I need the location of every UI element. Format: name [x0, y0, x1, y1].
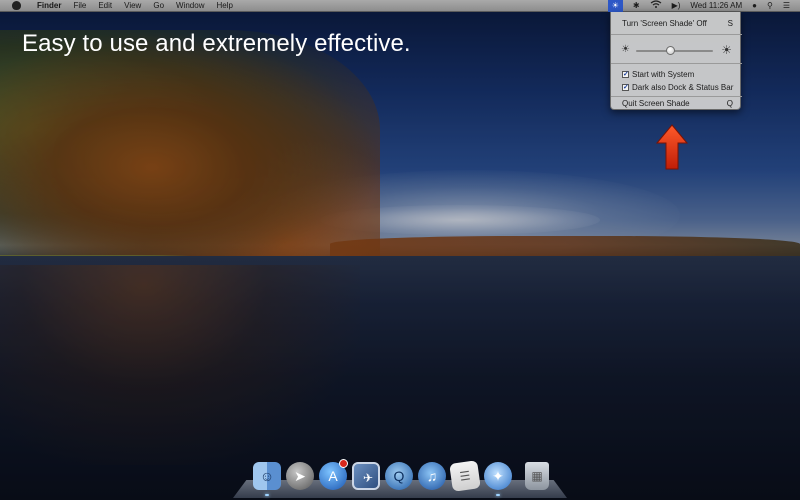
trash-glyph: ▦ [531, 469, 543, 483]
safari-icon[interactable]: ✦ [484, 462, 512, 490]
menu-file[interactable]: File [73, 0, 86, 12]
menu-go[interactable]: Go [153, 0, 164, 12]
menu-edit[interactable]: Edit [98, 0, 112, 12]
trash-icon[interactable]: ▦ [525, 462, 549, 490]
status-area: ☀ ✱ ▶) Wed 11:26 AM ● ⚲ ☰ [607, 0, 790, 12]
red-up-arrow-icon [656, 124, 688, 170]
toggle-shade-shortcut: S [727, 18, 733, 28]
dock: ☺ ➤ A ✈ Q ♫ ☰ ✦ ▦ [233, 458, 567, 498]
quit-label: Quit Screen Shade [622, 98, 690, 108]
apple-icon[interactable] [12, 1, 21, 10]
spotlight-search-icon[interactable]: ⚲ [767, 0, 773, 12]
brightness-slider-thumb[interactable] [666, 46, 676, 55]
finder-face-icon: ☺ [259, 468, 275, 484]
preview-icon[interactable]: ✈ [352, 462, 380, 490]
quit-item[interactable]: Quit Screen Shade Q [611, 97, 742, 109]
textedit-glyph: ☰ [458, 468, 472, 484]
rocket-icon[interactable]: ➤ [286, 462, 314, 490]
menu-finder[interactable]: Finder [37, 0, 61, 12]
menu-bar: Finder File Edit View Go Window Help ☀ ✱… [0, 0, 800, 12]
start-with-system-checkbox[interactable]: ✓ [622, 70, 629, 78]
menu-window[interactable]: Window [176, 0, 204, 12]
menu-separator [611, 34, 742, 35]
start-with-system-label: Start with System [632, 69, 695, 79]
sun-large-icon: ☀ [721, 43, 732, 57]
preview-glyph: ✈ [362, 471, 374, 485]
menubar-clock[interactable]: Wed 11:26 AM [690, 0, 742, 12]
finder-running-indicator [265, 494, 269, 496]
menu-view[interactable]: View [124, 0, 141, 12]
screen-shade-icon[interactable]: ☀ [607, 0, 623, 12]
dark-dock-item[interactable]: ✓ Dark also Dock & Status Bar [611, 81, 742, 93]
app-store-badge [339, 459, 348, 468]
dark-dock-label: Dark also Dock & Status Bar [632, 82, 734, 92]
finder-icon[interactable]: ☺ [253, 462, 281, 490]
textedit-icon[interactable]: ☰ [449, 460, 481, 492]
itunes-glyph: ♫ [426, 468, 438, 484]
brightness-slider-row: ☀ ☀ [611, 42, 742, 58]
safari-compass-glyph: ✦ [492, 468, 504, 484]
headline-text: Easy to use and extremely effective. [22, 30, 411, 57]
quicktime-icon[interactable]: Q [385, 462, 413, 490]
bluetooth-icon[interactable]: ✱ [633, 0, 640, 12]
toggle-shade-item[interactable]: Turn 'Screen Shade' Off S [611, 17, 742, 29]
toggle-shade-label: Turn 'Screen Shade' Off [622, 18, 707, 28]
menu-help[interactable]: Help [216, 0, 232, 12]
safari-running-indicator [496, 494, 500, 496]
volume-icon[interactable]: ▶) [672, 0, 681, 12]
quicktime-glyph: Q [393, 468, 405, 484]
start-with-system-item[interactable]: ✓ Start with System [611, 68, 742, 80]
itunes-icon[interactable]: ♫ [418, 462, 446, 490]
sun-small-icon: ☀ [621, 44, 630, 55]
quit-shortcut: Q [726, 98, 733, 108]
screen-shade-menu: Turn 'Screen Shade' Off S ☀ ☀ ✓ Start wi… [610, 12, 742, 110]
menu-separator [611, 63, 742, 64]
notification-list-icon[interactable]: ☰ [783, 0, 790, 12]
wifi-icon[interactable] [650, 0, 662, 12]
app-store-icon[interactable]: A [319, 459, 348, 490]
user-icon[interactable]: ● [752, 0, 757, 12]
dark-dock-checkbox[interactable]: ✓ [622, 83, 629, 91]
launchpad-glyph: ➤ [294, 468, 306, 484]
